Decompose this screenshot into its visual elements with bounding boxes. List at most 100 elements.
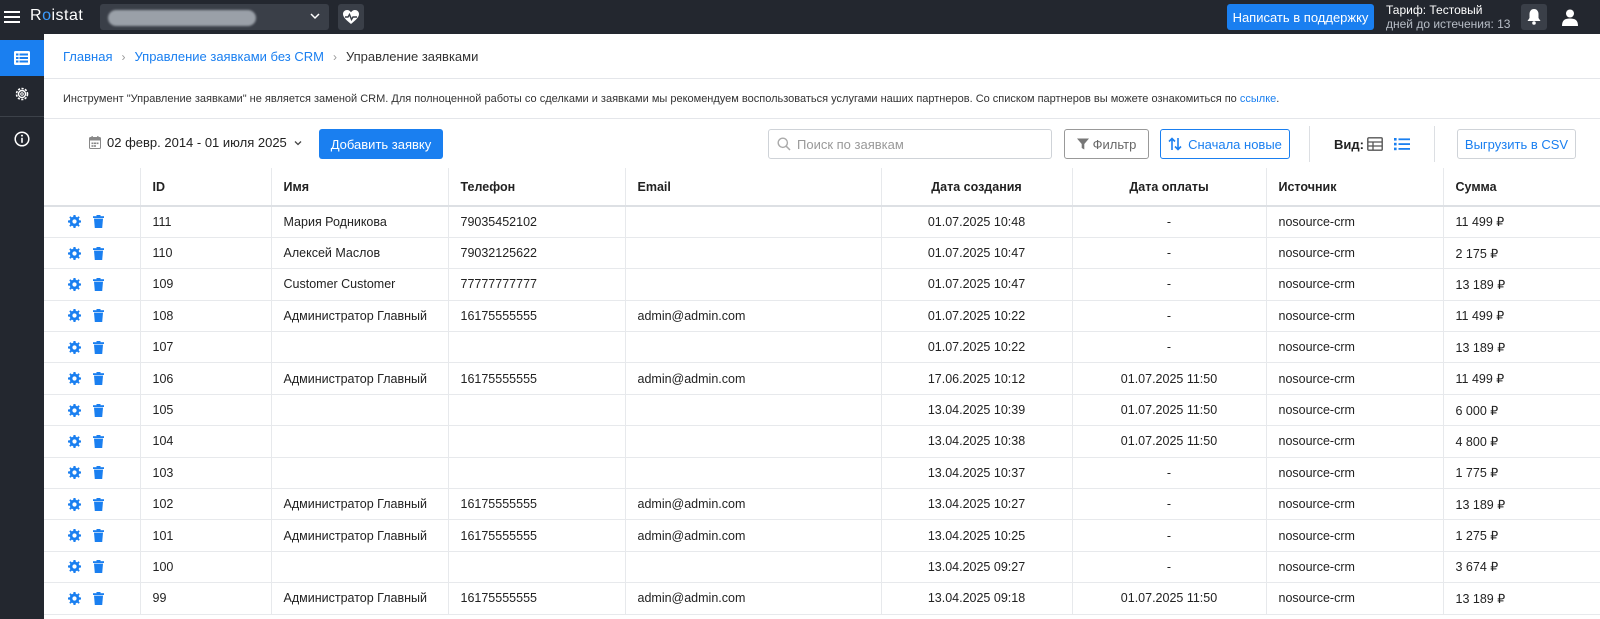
table-row[interactable]: 106 Администратор Главный 16175555555 admin… xyxy=(44,362,1600,395)
health-check-button[interactable] xyxy=(338,4,364,30)
breadcrumb: Главная › Управление заявками без CRM › … xyxy=(63,49,478,64)
gear-icon[interactable] xyxy=(68,529,81,543)
breadcrumb-current: Управление заявками xyxy=(345,49,479,64)
filter-button[interactable]: Фильтр xyxy=(1064,129,1149,159)
source-cell: nosource-crm xyxy=(1265,206,1443,238)
header-col-name[interactable]: Имя xyxy=(270,168,448,207)
table-header-row: ID Имя Телефон Email Дата создания Дата оплат… xyxy=(44,168,1600,207)
paid-cell: - xyxy=(1071,300,1266,333)
gear-icon[interactable] xyxy=(68,591,81,605)
row-actions xyxy=(44,394,140,427)
list-view-icon[interactable] xyxy=(1394,136,1410,152)
header-col-paid[interactable]: Дата оплаты xyxy=(1071,168,1266,207)
gear-icon[interactable] xyxy=(68,403,81,417)
gear-icon[interactable] xyxy=(68,497,81,511)
amount-cell: 1 275 ₽ xyxy=(1442,519,1600,552)
table-row[interactable]: 102 Администратор Главный 16175555555 admin… xyxy=(44,488,1600,521)
header-col-id[interactable]: ID xyxy=(139,168,271,207)
search-field[interactable] xyxy=(768,129,1052,159)
trash-icon[interactable] xyxy=(93,560,104,574)
header-col-phone[interactable]: Телефон xyxy=(447,168,625,207)
table-row[interactable]: 108 Администратор Главный 16175555555 admin… xyxy=(44,300,1600,333)
gear-icon[interactable] xyxy=(68,466,81,480)
header-col-amount[interactable]: Сумма xyxy=(1442,168,1600,207)
email-cell: admin@admin.com xyxy=(624,582,881,615)
table-row[interactable]: 105 13.04.2025 10:39 01.07.2025 11:50 nosou… xyxy=(44,394,1600,427)
table-row[interactable]: 100 13.04.2025 09:27- nosource-crm 3 674 ₽ xyxy=(44,551,1600,584)
id-cell: 100 xyxy=(139,551,271,584)
tariff-info[interactable]: Тариф: Тестовый дней до истечения: 13 xyxy=(1386,3,1510,31)
gear-icon[interactable] xyxy=(68,560,81,574)
phone-cell: 79032125622 xyxy=(447,237,625,270)
export-csv-button[interactable]: Выгрузить в CSV xyxy=(1457,129,1576,159)
gear-icon[interactable] xyxy=(68,246,81,260)
partners-link[interactable]: ссылке xyxy=(1240,93,1276,105)
phone-cell: 16175555555 xyxy=(447,582,625,615)
search-input[interactable] xyxy=(797,136,1037,152)
trash-icon[interactable] xyxy=(93,591,104,605)
grid-view-icon[interactable] xyxy=(1367,136,1383,152)
trash-icon[interactable] xyxy=(93,466,104,480)
tariff-label: Тариф: Тестовый xyxy=(1386,3,1483,17)
amount-cell: 13 189 ₽ xyxy=(1442,268,1600,301)
gear-icon[interactable] xyxy=(68,277,81,291)
gear-icon[interactable] xyxy=(68,434,81,448)
created-cell: 13.04.2025 10:38 xyxy=(880,425,1072,458)
created-cell: 01.07.2025 10:47 xyxy=(880,268,1072,301)
header-col-source[interactable]: Источник xyxy=(1265,168,1443,207)
notice-end: . xyxy=(1276,93,1280,105)
table-row[interactable]: 107 01.07.2025 10:22- nosource-crm 13 189 ₽ xyxy=(44,331,1600,364)
notifications-button[interactable] xyxy=(1521,4,1547,30)
breadcrumb-home[interactable]: Главная xyxy=(63,49,112,64)
trash-icon[interactable] xyxy=(93,403,104,417)
header-col-created[interactable]: Дата создания xyxy=(880,168,1072,207)
table-row[interactable]: 110 Алексей Маслов 79032125622 01.07.2025 1… xyxy=(44,237,1600,270)
user-menu-button[interactable] xyxy=(1557,4,1583,30)
table-row[interactable]: 104 13.04.2025 10:38 01.07.2025 11:50 nosou… xyxy=(44,425,1600,458)
table-row[interactable]: 103 13.04.2025 10:37- nosource-crm 1 775 ₽ xyxy=(44,457,1600,490)
breadcrumb-section[interactable]: Управление заявками без CRM xyxy=(134,49,323,64)
trash-icon[interactable] xyxy=(93,215,104,229)
sidebar-item-settings[interactable] xyxy=(0,76,44,112)
support-button[interactable]: Написать в поддержку xyxy=(1227,4,1374,30)
trash-icon[interactable] xyxy=(93,246,104,260)
trash-icon[interactable] xyxy=(93,434,104,448)
menu-icon[interactable] xyxy=(4,8,20,24)
gear-icon[interactable] xyxy=(68,309,81,323)
name-cell xyxy=(270,331,448,364)
trash-icon[interactable] xyxy=(93,340,104,354)
phone-cell xyxy=(447,551,625,584)
gear-icon[interactable] xyxy=(68,215,81,229)
project-select[interactable] xyxy=(100,4,329,30)
source-cell: nosource-crm xyxy=(1265,300,1443,333)
phone-cell xyxy=(447,394,625,427)
table-row[interactable]: 101 Администратор Главный 16175555555 admin… xyxy=(44,519,1600,552)
add-lead-button[interactable]: Добавить заявку xyxy=(319,129,443,159)
created-cell: 13.04.2025 10:37 xyxy=(880,457,1072,490)
row-actions xyxy=(44,488,140,521)
sort-button[interactable]: Сначала новые xyxy=(1160,129,1290,159)
gear-icon[interactable] xyxy=(68,372,81,386)
phone-cell: 16175555555 xyxy=(447,362,625,395)
trash-icon[interactable] xyxy=(93,497,104,511)
gear-icon[interactable] xyxy=(68,340,81,354)
sidebar-item-info[interactable] xyxy=(0,121,44,157)
phone-cell: 16175555555 xyxy=(447,488,625,521)
id-cell: 101 xyxy=(139,519,271,552)
trash-icon[interactable] xyxy=(93,529,104,543)
id-cell: 106 xyxy=(139,362,271,395)
paid-cell: 01.07.2025 11:50 xyxy=(1071,362,1266,395)
table-row[interactable]: 99 Администратор Главный 16175555555 admin@… xyxy=(44,582,1600,615)
source-cell: nosource-crm xyxy=(1265,488,1443,521)
sidebar-item-leads[interactable] xyxy=(0,40,44,76)
table-row[interactable]: 109 Customer Customer 77777777777 01.07.202… xyxy=(44,268,1600,301)
logo[interactable]: Roistat xyxy=(30,7,83,25)
created-cell: 13.04.2025 10:27 xyxy=(880,488,1072,521)
date-range-picker[interactable]: 02 февр. 2014 - 01 июля 2025 xyxy=(89,135,303,150)
header-col-actions xyxy=(44,168,140,207)
table-row[interactable]: 111 Мария Родникова 79035452102 01.07.2025 … xyxy=(44,206,1600,238)
trash-icon[interactable] xyxy=(93,309,104,323)
trash-icon[interactable] xyxy=(93,372,104,386)
header-col-email[interactable]: Email xyxy=(624,168,881,207)
trash-icon[interactable] xyxy=(93,277,104,291)
